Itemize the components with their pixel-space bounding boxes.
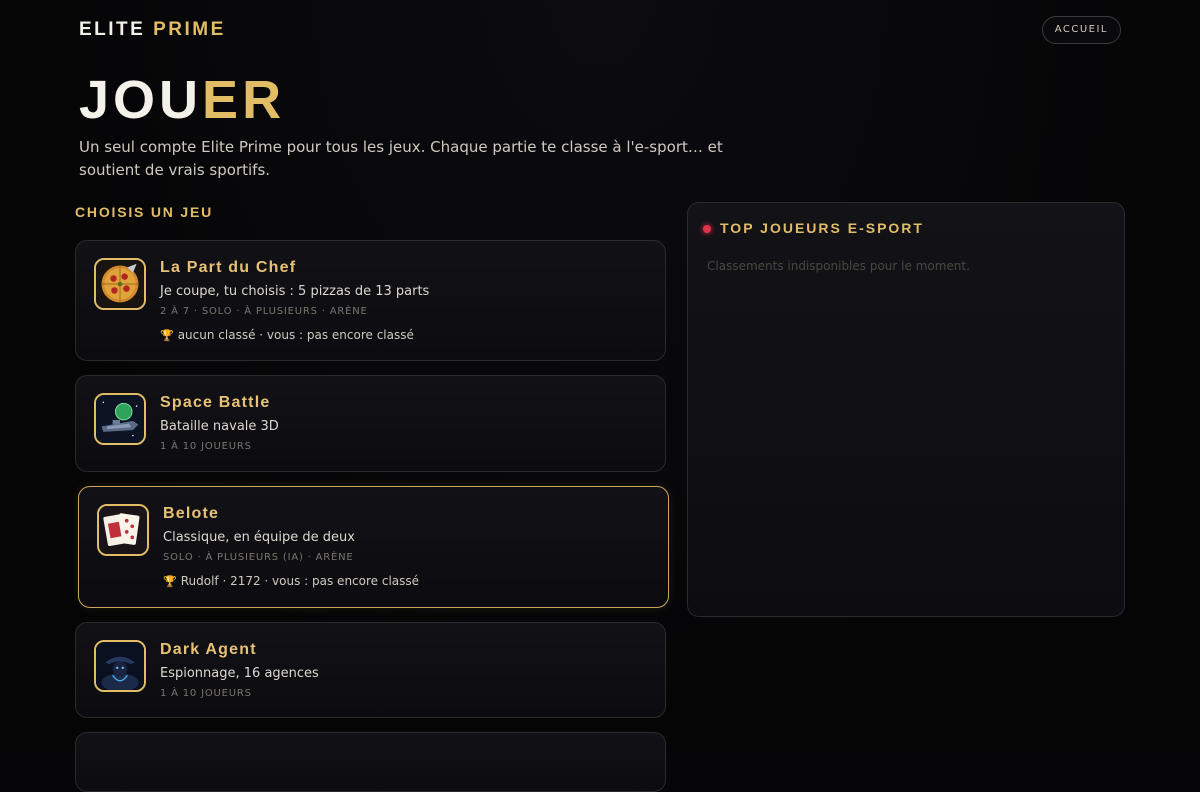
game-title: Dark Agent: [160, 641, 257, 658]
trophy-icon: 🏆: [163, 575, 177, 588]
pizza-icon: [94, 258, 146, 310]
game-ranking: 🏆 Rudolf · 2172 · vous : pas encore class…: [163, 574, 419, 588]
game-meta: SOLO · À PLUSIEURS (IA) · ARÈNE: [163, 552, 354, 563]
game-ranking-text: aucun classé · vous : pas encore classé: [177, 328, 414, 342]
home-button[interactable]: ACCUEIL: [1041, 16, 1121, 44]
game-description: Classique, en équipe de deux: [163, 530, 355, 545]
leaderboard-panel: TOP JOUEURS E-SPORT Classements indispon…: [687, 202, 1125, 617]
game-meta: 1 À 10 JOUEURS: [160, 441, 252, 452]
page-title: JOUER: [79, 68, 285, 132]
spaceship-icon: [94, 393, 146, 445]
game-ranking: 🏆 aucun classé · vous : pas encore classé: [160, 328, 414, 342]
game-meta: 2 À 7 · SOLO · À PLUSIEURS · ARÈNE: [160, 306, 368, 317]
trophy-icon: 🏆: [160, 329, 174, 342]
game-card-dark-agent[interactable]: Dark Agent Espionnage, 16 agences 1 À 10…: [75, 622, 666, 718]
game-card-space-battle[interactable]: Space Battle Bataille navale 3D 1 À 10 J…: [75, 375, 666, 472]
live-indicator-icon: [703, 225, 711, 233]
game-card-la-part-du-chef[interactable]: La Part du Chef Je coupe, tu choisis : 5…: [75, 240, 666, 361]
game-description: Bataille navale 3D: [160, 419, 279, 434]
leaderboard-empty-message: Classements indisponibles pour le moment…: [707, 259, 970, 273]
top-header: ELITE PRIME ACCUEIL: [79, 16, 1121, 44]
page-subtitle: Un seul compte Elite Prime pour tous les…: [79, 138, 723, 179]
game-card-next[interactable]: [75, 732, 666, 792]
page-title-main: JOU: [79, 70, 203, 130]
game-title: Belote: [163, 505, 220, 522]
game-title: Space Battle: [160, 394, 271, 411]
game-meta: 1 À 10 JOUEURS: [160, 688, 252, 699]
game-ranking-text: Rudolf · 2172 · vous : pas encore classé: [180, 574, 420, 588]
page-title-accent: ER: [202, 70, 286, 130]
game-card-belote[interactable]: Belote Classique, en équipe de deux SOLO…: [78, 486, 669, 608]
spy-agent-icon: [94, 640, 146, 692]
game-description: Espionnage, 16 agences: [160, 666, 319, 681]
brand-name: ELITE: [79, 19, 146, 40]
brand-logo[interactable]: ELITE PRIME: [79, 19, 226, 41]
brand-name-accent: PRIME: [153, 19, 226, 40]
leaderboard-title: TOP JOUEURS E-SPORT: [720, 220, 924, 236]
game-description: Je coupe, tu choisis : 5 pizzas de 13 pa…: [160, 284, 430, 299]
games-section-title: CHOISIS UN JEU: [75, 204, 213, 220]
game-title: La Part du Chef: [160, 259, 297, 276]
playing-cards-icon: [97, 504, 149, 556]
